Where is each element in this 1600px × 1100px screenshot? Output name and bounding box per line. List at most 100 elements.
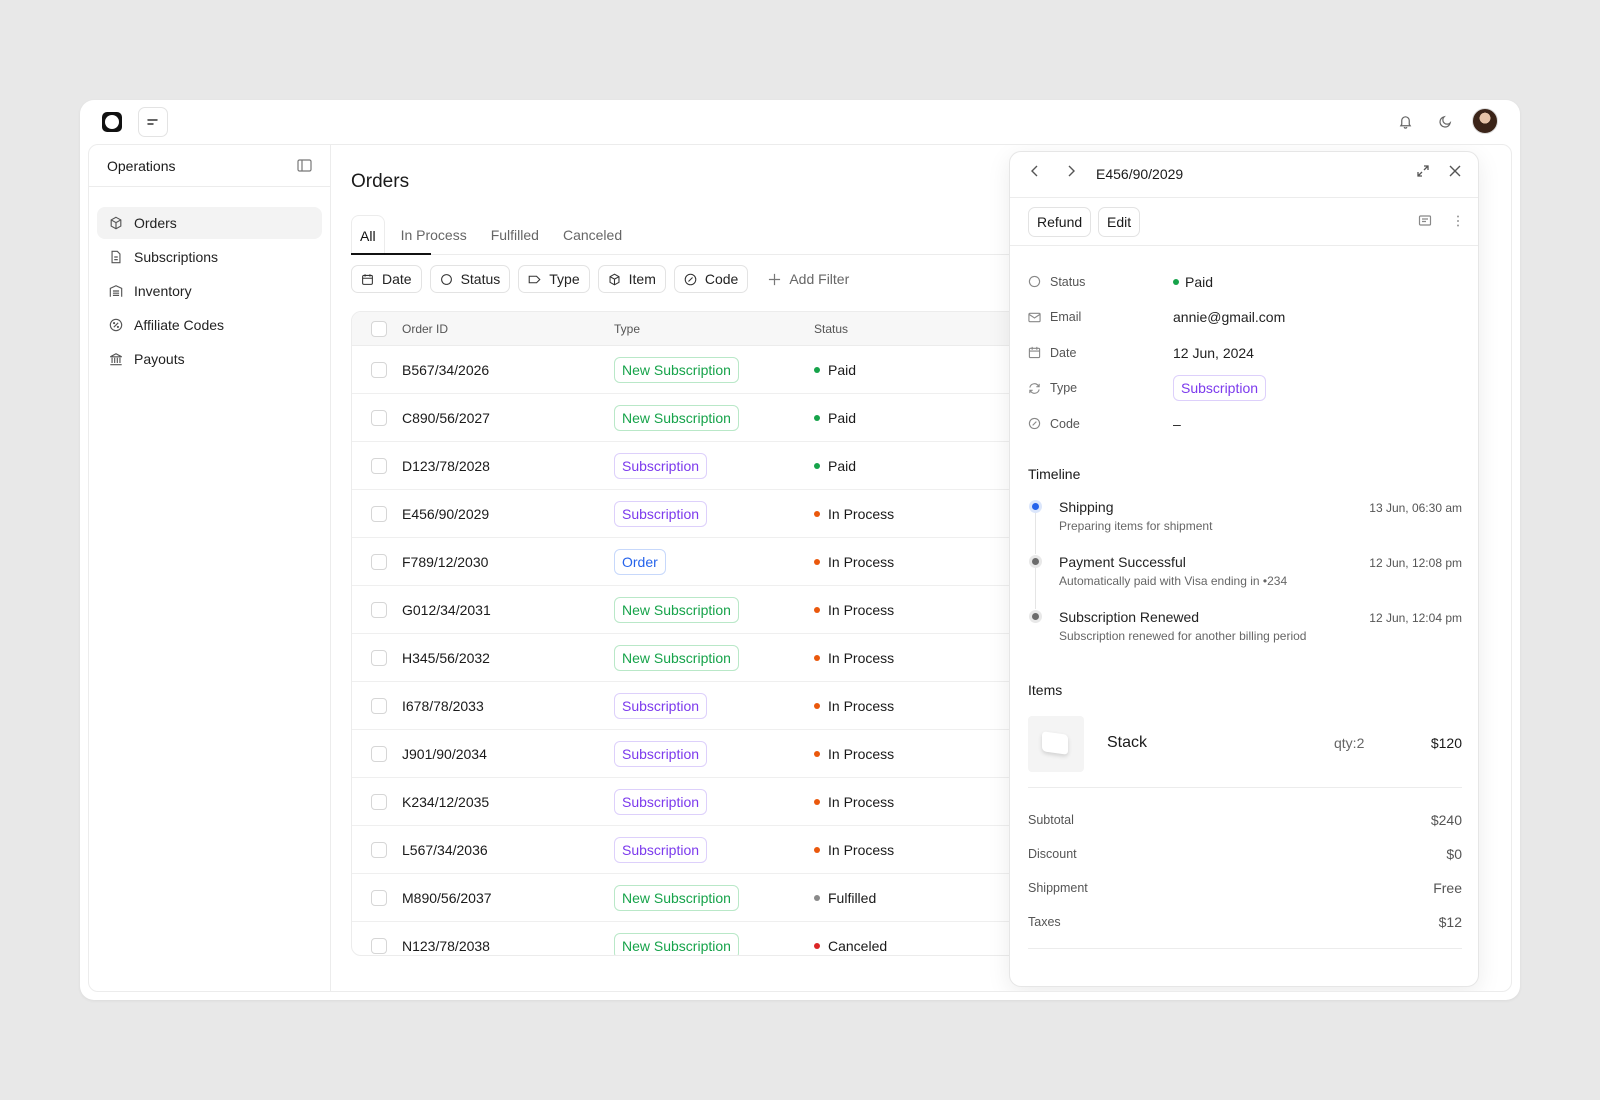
total-row-taxes: Taxes $12	[1028, 905, 1462, 939]
select-all-checkbox[interactable]	[371, 320, 387, 337]
filter-type[interactable]: Type	[518, 265, 590, 293]
total-value: $12	[1438, 914, 1462, 930]
order-id[interactable]: G012/34/2031	[402, 586, 491, 633]
sidebar-item-affiliate-codes[interactable]: Affiliate Codes	[97, 309, 322, 341]
filter-status[interactable]: Status	[429, 265, 511, 293]
row-checkbox[interactable]	[371, 745, 387, 762]
order-id[interactable]: H345/56/2032	[402, 634, 490, 681]
row-checkbox[interactable]	[371, 457, 387, 474]
order-id[interactable]: C890/56/2027	[402, 394, 490, 441]
user-avatar[interactable]	[1472, 108, 1498, 134]
circle-icon	[1028, 276, 1041, 288]
row-checkbox[interactable]	[371, 841, 387, 858]
filter-item[interactable]: Item	[597, 265, 666, 293]
expand-icon[interactable]	[1416, 164, 1430, 178]
order-id[interactable]: N123/78/2038	[402, 922, 490, 955]
order-id[interactable]: D123/78/2028	[402, 442, 490, 489]
type-cell: New Subscription	[614, 922, 739, 955]
filter-code[interactable]: Code	[673, 265, 749, 293]
column-header-type[interactable]: Type	[614, 312, 640, 345]
sidebar-item-inventory[interactable]: Inventory	[97, 275, 322, 307]
chevron-right-icon[interactable]	[1064, 164, 1078, 178]
panel-order-id: E456/90/2029	[1096, 166, 1184, 182]
order-totals: Subtotal $240 Discount $0 Shippment Free Ta…	[1028, 803, 1462, 939]
order-properties: Status Paid Email annie@gmail.com Date 1…	[1028, 264, 1462, 442]
box-icon	[110, 216, 122, 230]
type-cell: New Subscription	[614, 874, 739, 921]
type-badge: New Subscription	[614, 884, 739, 911]
status-cell: Canceled	[814, 922, 887, 955]
timeline-time: 12 Jun, 12:04 pm	[1369, 611, 1462, 625]
order-id[interactable]: L567/34/2036	[402, 826, 488, 873]
notifications-button[interactable]	[1392, 108, 1418, 134]
type-badge: New Subscription	[614, 932, 739, 955]
row-checkbox[interactable]	[371, 793, 387, 810]
active-tab-indicator	[351, 253, 431, 255]
status-cell: Fulfilled	[814, 874, 876, 921]
add-filter-button[interactable]: Add Filter	[756, 271, 861, 287]
document-icon	[111, 250, 121, 264]
plus-icon	[769, 273, 781, 285]
row-checkbox[interactable]	[371, 601, 387, 618]
refund-button[interactable]: Refund	[1028, 207, 1092, 237]
row-checkbox[interactable]	[371, 553, 387, 570]
sidebar-item-orders[interactable]: Orders	[97, 207, 322, 239]
property-value[interactable]: annie@gmail.com	[1173, 309, 1285, 325]
tab-in-process[interactable]: In Process	[393, 215, 475, 255]
workspace: Operations Orders Subscriptions Inventor…	[88, 144, 1512, 992]
type-badge: Subscription	[614, 692, 708, 719]
type-badge: New Subscription	[614, 356, 739, 383]
tag-icon	[528, 275, 541, 283]
theme-toggle-button[interactable]	[1432, 108, 1458, 134]
column-header-order-id[interactable]: Order ID	[402, 312, 448, 345]
row-checkbox[interactable]	[371, 409, 387, 426]
sidebar-item-payouts[interactable]: Payouts	[97, 343, 322, 375]
sidebar-header: Operations	[89, 145, 330, 187]
comment-icon[interactable]	[1418, 214, 1432, 228]
row-checkbox[interactable]	[371, 361, 387, 378]
type-badge: Subscription	[614, 740, 708, 767]
warehouse-icon	[109, 285, 123, 297]
order-id[interactable]: K234/12/2035	[402, 778, 489, 825]
tab-all[interactable]: All	[351, 215, 385, 255]
property-value: Paid	[1185, 273, 1214, 290]
row-checkbox[interactable]	[371, 697, 387, 714]
order-id[interactable]: F789/12/2030	[402, 538, 488, 585]
edit-button[interactable]: Edit	[1098, 207, 1141, 237]
status-text: In Process	[828, 649, 895, 666]
logo[interactable]	[102, 112, 122, 132]
order-id[interactable]: E456/90/2029	[402, 490, 489, 537]
status-cell: Paid	[814, 346, 856, 393]
status-dot	[1173, 278, 1179, 285]
close-icon[interactable]	[1448, 164, 1462, 178]
more-vertical-icon[interactable]	[1456, 214, 1460, 228]
timeline-item: Payment Successful Automatically paid wi…	[1028, 554, 1462, 609]
total-label: Discount	[1028, 847, 1077, 861]
column-header-status[interactable]: Status	[814, 312, 848, 345]
sidebar-toggle-icon[interactable]	[297, 159, 312, 172]
timeline-desc: Automatically paid with Visa ending in •…	[1059, 574, 1288, 588]
calendar-icon	[362, 273, 373, 285]
order-id[interactable]: B567/34/2026	[402, 346, 489, 393]
row-checkbox[interactable]	[371, 937, 387, 954]
order-tabs: All In Process Fulfilled Canceled	[351, 215, 1051, 255]
tab-canceled[interactable]: Canceled	[555, 215, 630, 255]
row-checkbox[interactable]	[371, 649, 387, 666]
filter-date[interactable]: Date	[351, 265, 422, 293]
tab-fulfilled[interactable]: Fulfilled	[483, 215, 547, 255]
row-checkbox[interactable]	[371, 505, 387, 522]
divider	[1028, 948, 1462, 949]
order-id[interactable]: I678/78/2033	[402, 682, 484, 729]
sidebar-item-subscriptions[interactable]: Subscriptions	[97, 241, 322, 273]
calendar-icon	[1028, 347, 1041, 359]
total-value: Free	[1433, 880, 1462, 896]
chevron-left-icon[interactable]	[1028, 164, 1042, 178]
status-text: In Process	[828, 697, 895, 714]
order-item[interactable]: Stack qty:2 $120	[1028, 714, 1462, 772]
sidebar-item-label: Inventory	[134, 283, 192, 299]
order-id[interactable]: J901/90/2034	[402, 730, 487, 777]
type-cell: New Subscription	[614, 394, 739, 441]
order-id[interactable]: M890/56/2037	[402, 874, 492, 921]
row-checkbox[interactable]	[371, 889, 387, 906]
menu-button[interactable]	[138, 107, 168, 137]
